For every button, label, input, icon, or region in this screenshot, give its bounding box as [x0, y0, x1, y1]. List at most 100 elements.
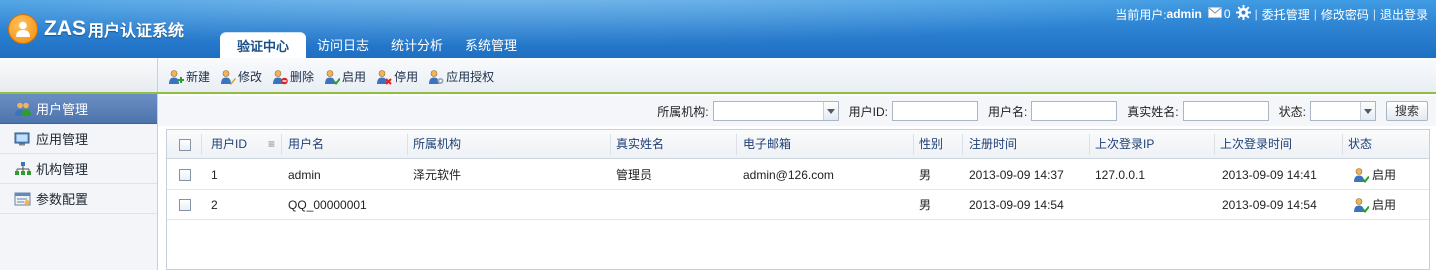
cell-reg-time: 2013-09-09 14:37 — [969, 168, 1064, 182]
table-row[interactable]: 2 QQ_00000001 男 2013-09-09 14:54 2013-09… — [167, 190, 1429, 220]
app-logo: ZAS 用户认证系统 — [8, 14, 184, 44]
status-label: 启用 — [1372, 198, 1397, 212]
realname-filter-input[interactable] — [1182, 101, 1269, 121]
tab-access-log[interactable]: 访问日志 — [306, 32, 380, 58]
message-count[interactable]: 0 — [1224, 7, 1231, 21]
delete-button-label: 删除 — [290, 70, 315, 84]
status-filter-select[interactable] — [1309, 101, 1376, 121]
column-divider — [1342, 134, 1343, 155]
computer-icon — [14, 132, 30, 145]
tab-auth-center[interactable]: 验证中心 — [220, 32, 307, 58]
user-bar: 当前用户: admin 0 | 委托管理 | 修改密码 | 退出登录 — [1115, 5, 1428, 23]
search-button[interactable]: 搜索 — [1385, 101, 1428, 121]
status-filter-label: 状态: — [1278, 104, 1306, 119]
sidebar-item-label: 用户管理 — [36, 102, 89, 117]
sidebar-item-user-management[interactable]: 用户管理 — [0, 94, 157, 124]
app-authorize-button[interactable]: 应用授权 — [428, 68, 494, 85]
tab-system-admin[interactable]: 系统管理 — [454, 32, 528, 58]
action-toolbar: 新建 修改 删除 启用 停用 应用授权 — [168, 68, 504, 85]
username-filter-label: 用户名: — [987, 104, 1028, 119]
cell-org: 泽元软件 — [413, 168, 462, 182]
org-filter-select[interactable] — [712, 101, 839, 121]
brand-subtitle: 用户认证系统 — [88, 23, 185, 40]
sidebar: 用户管理 应用管理 机构管理 参数配置 — [0, 94, 158, 270]
change-password-link[interactable]: 修改密码 — [1321, 6, 1369, 23]
enable-button-label: 启用 — [342, 70, 367, 84]
sort-menu-icon[interactable]: ≡ — [268, 130, 275, 159]
edit-button-label: 修改 — [238, 70, 263, 84]
user-enable-icon — [1354, 198, 1369, 213]
tab-statistics[interactable]: 统计分析 — [380, 32, 454, 58]
main-nav: 验证中心 访问日志 统计分析 系统管理 — [220, 30, 528, 58]
column-header-status[interactable]: 状态 — [1348, 130, 1372, 159]
settings-icon — [14, 192, 31, 205]
sidebar-item-org-management[interactable]: 机构管理 — [0, 154, 157, 184]
cell-email: admin@126.com — [743, 168, 834, 182]
grid-header: 用户ID ≡ 用户名 所属机构 真实姓名 电子邮箱 性别 注册时间 上次登录IP… — [167, 130, 1429, 159]
column-divider — [610, 134, 611, 155]
app-header: ZAS 用户认证系统 验证中心 访问日志 统计分析 系统管理 当前用户: adm… — [0, 0, 1436, 58]
sidebar-cap — [0, 58, 158, 92]
user-edit-icon — [221, 69, 237, 85]
cell-gender: 男 — [919, 198, 932, 212]
logout-link[interactable]: 退出登录 — [1380, 6, 1428, 23]
user-enable-icon — [325, 69, 341, 85]
row-checkbox[interactable] — [179, 169, 191, 181]
brand-name: ZAS — [44, 17, 86, 40]
user-enable-icon — [1354, 168, 1369, 183]
org-tree-icon — [15, 161, 31, 175]
column-header-gender[interactable]: 性别 — [919, 130, 943, 159]
username-filter-input[interactable] — [1031, 101, 1118, 121]
cell-gender: 男 — [919, 168, 932, 182]
toolbar-bar: 新建 修改 删除 启用 停用 应用授权 — [0, 58, 1436, 94]
realname-filter-label: 真实姓名: — [1127, 104, 1179, 119]
cell-last-login: 2013-09-09 14:41 — [1222, 168, 1317, 182]
column-header-username[interactable]: 用户名 — [288, 130, 324, 159]
status-enable-link[interactable]: 启用 — [1353, 190, 1396, 220]
enable-button[interactable]: 启用 — [324, 68, 366, 85]
column-divider — [281, 134, 282, 155]
column-header-email[interactable]: 电子邮箱 — [743, 130, 791, 159]
edit-button[interactable]: 修改 — [220, 68, 262, 85]
org-filter-label: 所属机构: — [657, 104, 709, 119]
select-all-checkbox[interactable] — [179, 139, 191, 151]
delegate-manage-link[interactable]: 委托管理 — [1262, 6, 1310, 23]
column-divider — [201, 134, 202, 155]
new-button[interactable]: 新建 — [168, 68, 210, 85]
user-add-icon — [169, 69, 184, 84]
logo-person-icon — [8, 14, 38, 44]
status-enable-link[interactable]: 启用 — [1353, 160, 1396, 190]
chevron-down-icon[interactable] — [822, 102, 838, 120]
sidebar-item-app-management[interactable]: 应用管理 — [0, 124, 157, 154]
gear-icon[interactable] — [1235, 5, 1251, 23]
cell-last-ip: 127.0.0.1 — [1095, 168, 1146, 182]
column-header-reg-time[interactable]: 注册时间 — [969, 130, 1017, 159]
cell-userid: 1 — [211, 168, 218, 182]
users-icon — [15, 102, 31, 116]
column-header-realname[interactable]: 真实姓名 — [616, 130, 664, 159]
divider: | — [1313, 7, 1317, 21]
status-label: 启用 — [1372, 168, 1397, 182]
app-authorize-button-label: 应用授权 — [446, 70, 495, 84]
table-row[interactable]: 1 admin 泽元软件 管理员 admin@126.com 男 2013-09… — [167, 160, 1429, 190]
cell-last-login: 2013-09-09 14:54 — [1222, 198, 1317, 212]
column-divider — [962, 134, 963, 155]
chevron-down-icon[interactable] — [1359, 102, 1375, 120]
cell-username: admin — [288, 168, 321, 182]
user-grid: 用户ID ≡ 用户名 所属机构 真实姓名 电子邮箱 性别 注册时间 上次登录IP… — [166, 129, 1430, 270]
column-header-last-ip[interactable]: 上次登录IP — [1095, 130, 1154, 159]
userid-filter-input[interactable] — [891, 101, 978, 121]
column-header-userid[interactable]: 用户ID — [211, 130, 247, 159]
delete-button[interactable]: 删除 — [272, 68, 314, 85]
new-button-label: 新建 — [186, 70, 211, 84]
disable-button[interactable]: 停用 — [376, 68, 418, 85]
sidebar-item-param-config[interactable]: 参数配置 — [0, 184, 157, 214]
current-user-name: admin — [1166, 7, 1202, 21]
userid-filter-label: 用户ID: — [848, 104, 888, 119]
column-divider — [913, 134, 914, 155]
column-divider — [407, 134, 408, 155]
column-header-last-login[interactable]: 上次登录时间 — [1220, 130, 1292, 159]
row-checkbox[interactable] — [179, 199, 191, 211]
mail-icon[interactable] — [1207, 7, 1222, 21]
column-header-org[interactable]: 所属机构 — [413, 130, 461, 159]
